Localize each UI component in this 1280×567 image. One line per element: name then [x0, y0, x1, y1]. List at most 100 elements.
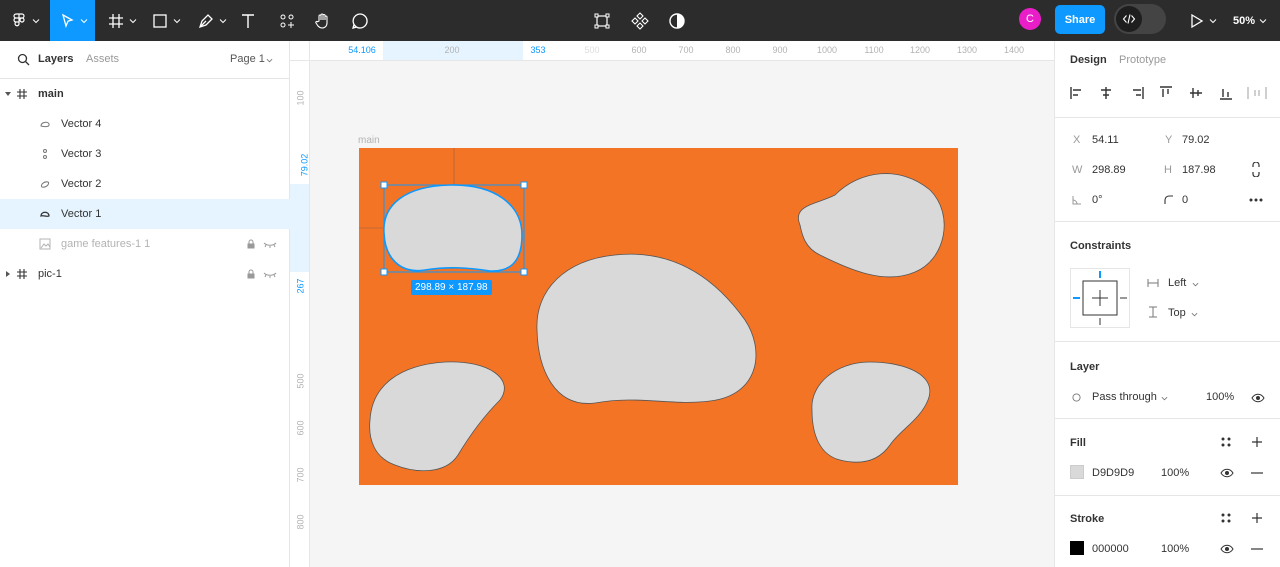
- present-button[interactable]: [1186, 0, 1218, 41]
- layer-opacity-input[interactable]: 100%: [1206, 391, 1234, 403]
- eye-icon[interactable]: [1220, 544, 1234, 554]
- ruler-mark: 1200: [909, 45, 931, 55]
- page-selector[interactable]: Page 1: [230, 53, 265, 65]
- eye-closed-icon[interactable]: [263, 269, 277, 279]
- design-panel: Design Prototype X 54.11 Y 79.02 W 298.8…: [1054, 41, 1280, 567]
- corner-radius-icon: [1164, 195, 1173, 204]
- distribute-icon[interactable]: [1247, 86, 1267, 100]
- move-tool-button[interactable]: [50, 0, 95, 41]
- resize-handle[interactable]: [380, 181, 388, 189]
- ruler-selection-range: [290, 184, 309, 272]
- hand-tool-button[interactable]: [312, 0, 334, 41]
- eye-closed-icon[interactable]: [263, 239, 277, 249]
- resize-handle[interactable]: [520, 181, 528, 189]
- rotation-input[interactable]: 0°: [1092, 194, 1103, 206]
- constrain-proportions-icon[interactable]: [1252, 162, 1260, 177]
- tab-assets[interactable]: Assets: [86, 53, 119, 65]
- layer-row-vector-2[interactable]: Vector 2: [0, 169, 290, 199]
- search-icon[interactable]: [17, 53, 30, 66]
- more-options-icon[interactable]: [1249, 198, 1263, 202]
- dev-mode-knob: [1116, 6, 1142, 32]
- play-icon: [1191, 13, 1204, 28]
- constraints-widget[interactable]: [1070, 268, 1130, 328]
- align-left-icon[interactable]: [1070, 86, 1084, 100]
- caret-down-icon[interactable]: [5, 91, 11, 97]
- y-input[interactable]: 79.02: [1182, 134, 1210, 146]
- shape-tool-button[interactable]: [147, 0, 185, 41]
- tab-prototype[interactable]: Prototype: [1119, 54, 1166, 66]
- h-label: H: [1164, 164, 1172, 176]
- align-horizontal-center-icon[interactable]: [1099, 86, 1113, 100]
- dev-mode-toggle[interactable]: [1114, 4, 1166, 34]
- canvas[interactable]: main 298.89 × 187.98: [311, 62, 1054, 567]
- frame-tool-button[interactable]: [103, 0, 141, 41]
- x-input[interactable]: 54.11: [1092, 134, 1119, 146]
- shape-tool-icon: [153, 13, 167, 28]
- layer-row-game-features[interactable]: game features-1 1: [0, 229, 290, 259]
- ruler-mark: 79.02: [299, 153, 310, 177]
- resize-handle[interactable]: [520, 268, 528, 276]
- layer-section: Layer Pass through 100%: [1055, 342, 1280, 419]
- user-avatar[interactable]: C: [1019, 8, 1041, 30]
- remove-fill-icon[interactable]: [1251, 472, 1263, 474]
- w-input[interactable]: 298.89: [1092, 164, 1126, 176]
- share-label: Share: [1064, 13, 1096, 26]
- add-stroke-icon[interactable]: [1251, 512, 1263, 524]
- component-button[interactable]: [591, 0, 613, 41]
- hand-tool-icon: [315, 12, 328, 29]
- fill-color-swatch[interactable]: [1070, 465, 1084, 479]
- lock-icon[interactable]: [246, 269, 256, 279]
- add-fill-icon[interactable]: [1251, 436, 1263, 448]
- layer-row-main[interactable]: main: [0, 79, 290, 109]
- layer-row-vector-3[interactable]: Vector 3: [0, 139, 290, 169]
- style-grid-icon[interactable]: [1221, 513, 1231, 523]
- main-menu-button[interactable]: [6, 0, 44, 41]
- layer-name: pic-1: [38, 268, 62, 280]
- corner-radius-input[interactable]: 0: [1182, 194, 1188, 206]
- text-tool-button[interactable]: [237, 0, 259, 41]
- zoom-menu[interactable]: 50%: [1233, 0, 1267, 41]
- resources-icon: [280, 14, 294, 28]
- pen-tool-button[interactable]: [193, 0, 231, 41]
- ruler-mark: 353: [530, 45, 546, 55]
- align-top-icon[interactable]: [1159, 86, 1173, 100]
- share-button[interactable]: Share: [1055, 5, 1105, 34]
- layer-name: Vector 2: [61, 178, 102, 190]
- contrast-button[interactable]: [666, 0, 688, 41]
- style-grid-icon[interactable]: [1221, 437, 1231, 447]
- stroke-opacity-input[interactable]: 100%: [1161, 543, 1189, 555]
- constraint-vertical-select[interactable]: Top: [1168, 307, 1186, 319]
- constraint-horizontal-select[interactable]: Left: [1168, 277, 1186, 289]
- resize-handle[interactable]: [380, 268, 388, 276]
- resources-button[interactable]: [276, 0, 298, 41]
- h-input[interactable]: 187.98: [1182, 164, 1216, 176]
- layer-row-vector-1[interactable]: Vector 1: [0, 199, 290, 229]
- chevron-down-icon: [219, 18, 227, 23]
- vector-1-selected[interactable]: [383, 184, 523, 272]
- stroke-hex-input[interactable]: 000000: [1092, 543, 1129, 555]
- fill-title: Fill: [1070, 437, 1086, 449]
- layer-row-vector-4[interactable]: Vector 4: [0, 109, 290, 139]
- stroke-color-swatch[interactable]: [1070, 541, 1084, 555]
- instance-button[interactable]: [629, 0, 651, 41]
- comment-icon: [352, 12, 368, 29]
- tab-layers[interactable]: Layers: [38, 53, 73, 65]
- tab-design[interactable]: Design: [1070, 54, 1107, 66]
- remove-stroke-icon[interactable]: [1251, 548, 1263, 550]
- layer-row-pic-1[interactable]: pic-1: [0, 259, 290, 289]
- left-panel-tabs: Layers Assets Page 1: [0, 41, 289, 79]
- align-vertical-center-icon[interactable]: [1189, 86, 1203, 100]
- align-bottom-icon[interactable]: [1219, 86, 1233, 100]
- fill-hex-input[interactable]: D9D9D9: [1092, 467, 1134, 479]
- ruler-mark: 200: [444, 45, 460, 55]
- fill-opacity-input[interactable]: 100%: [1161, 467, 1189, 479]
- frame-main[interactable]: [311, 62, 1054, 567]
- lock-icon[interactable]: [246, 239, 256, 249]
- align-right-icon[interactable]: [1130, 86, 1144, 100]
- eye-icon[interactable]: [1251, 393, 1265, 403]
- blend-mode-select[interactable]: Pass through: [1092, 391, 1157, 403]
- caret-right-icon[interactable]: [5, 271, 11, 277]
- chevron-down-icon: [173, 18, 181, 23]
- eye-icon[interactable]: [1220, 468, 1234, 478]
- comment-tool-button[interactable]: [349, 0, 371, 41]
